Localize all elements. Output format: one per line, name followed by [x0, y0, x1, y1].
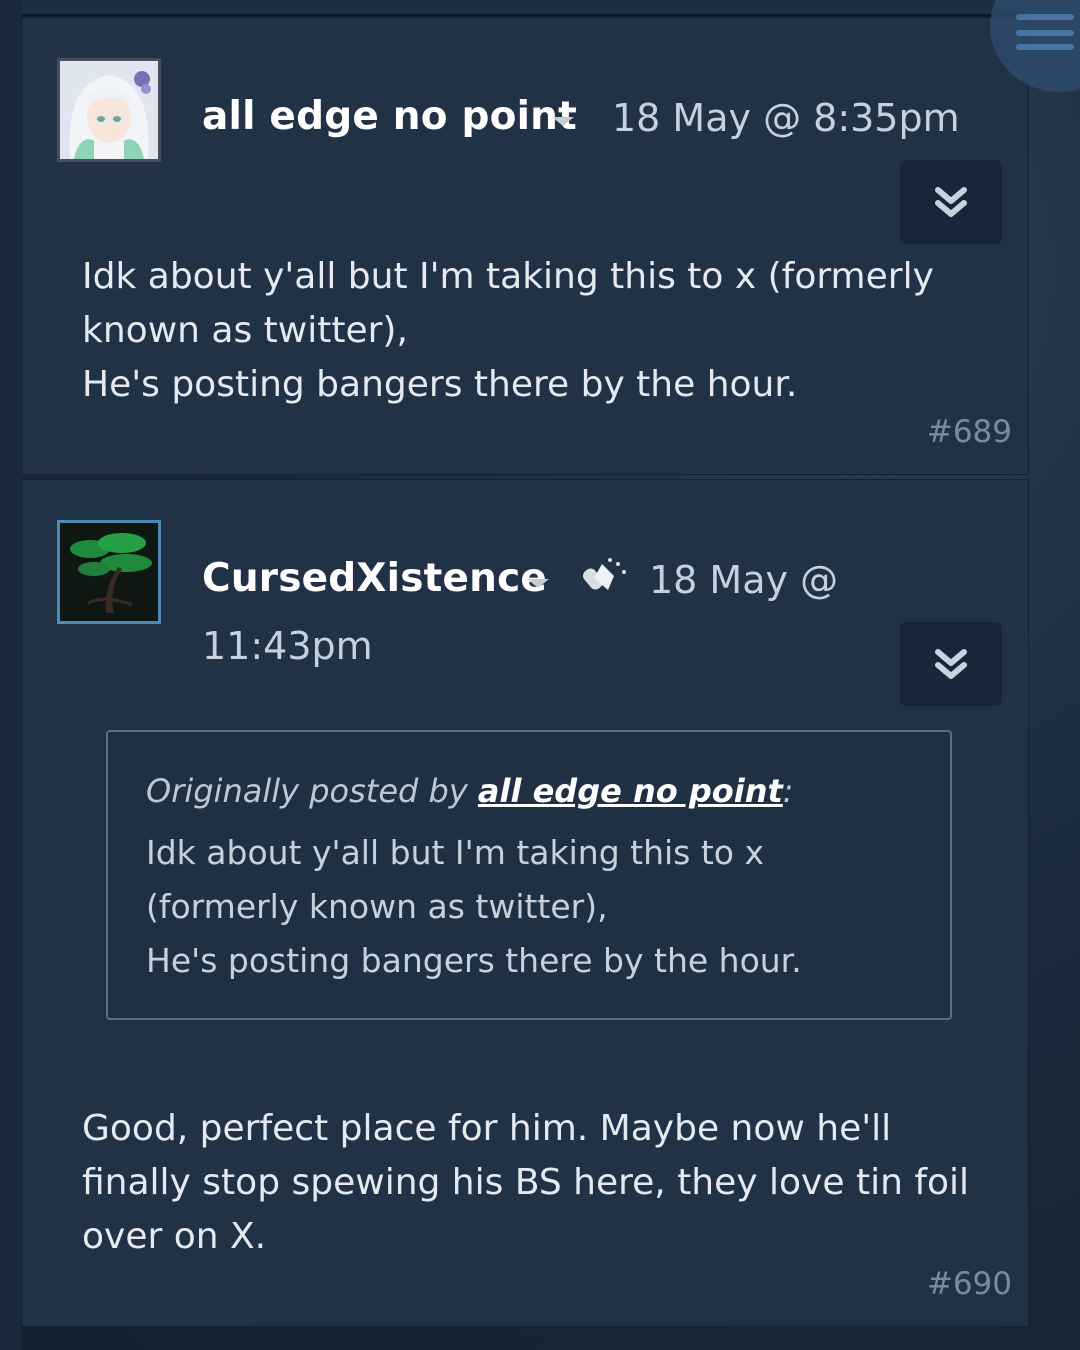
background-edge	[0, 0, 22, 1350]
collapse-button[interactable]	[900, 622, 1002, 706]
quote-body: Idk about y'all but I'm taking this to x…	[146, 826, 802, 988]
hamburger-menu-icon	[1016, 14, 1074, 20]
caret-down-icon[interactable]	[527, 579, 549, 588]
post-body-line: known as twitter),	[82, 310, 408, 351]
quote-line: (formerly known as twitter),	[146, 887, 608, 926]
avatar-image	[60, 523, 158, 621]
quote-suffix: :	[782, 772, 794, 810]
comment-post: CursedXistence 18 May @ 11:43pm Original…	[22, 480, 1028, 1326]
hamburger-menu-icon-bar	[1016, 44, 1074, 50]
author-name[interactable]: all edge no point	[202, 94, 577, 139]
quote-block: Originally posted by all edge no point: …	[106, 730, 952, 1020]
post-timestamp-continued: 11:43pm	[202, 624, 373, 668]
post-number[interactable]: #689	[927, 414, 1012, 450]
post-timestamp: 18 May @ 8:35pm	[612, 96, 960, 140]
avatar-image	[60, 61, 158, 159]
avatar[interactable]	[57, 58, 161, 162]
post-body: Good, perfect place for him. Maybe now h…	[82, 1102, 969, 1264]
post-body-line: Good, perfect place for him. Maybe now h…	[82, 1108, 892, 1149]
quote-line: He's posting bangers there by the hour.	[146, 941, 802, 980]
quote-line: Idk about y'all but I'm taking this to x	[146, 833, 765, 872]
author-name[interactable]: CursedXistence	[202, 556, 547, 601]
post-timestamp: 18 May @	[649, 558, 839, 602]
double-chevron-down-icon	[935, 187, 967, 217]
avatar[interactable]	[57, 520, 161, 624]
quote-header: Originally posted by all edge no point:	[146, 772, 794, 810]
award-icon[interactable]	[580, 556, 630, 596]
previous-post-edge	[22, 0, 1030, 18]
quote-author-link[interactable]: all edge no point	[478, 772, 783, 810]
post-body-line: over on X.	[82, 1216, 267, 1257]
hamburger-menu-icon-bar	[1016, 30, 1074, 36]
post-number[interactable]: #690	[927, 1266, 1012, 1302]
caret-down-icon[interactable]	[552, 117, 574, 126]
quote-prefix: Originally posted by	[146, 772, 478, 810]
post-body-line: He's posting bangers there by the hour.	[82, 364, 798, 405]
post-body-line: Idk about y'all but I'm taking this to x…	[82, 256, 934, 297]
post-body-line: finally stop spewing his BS here, they l…	[82, 1162, 970, 1203]
collapse-button[interactable]	[900, 160, 1002, 244]
comment-post: all edge no point 18 May @ 8:35pm Idk ab…	[22, 18, 1028, 474]
double-chevron-down-icon	[935, 649, 967, 679]
post-body: Idk about y'all but I'm taking this to x…	[82, 250, 934, 412]
